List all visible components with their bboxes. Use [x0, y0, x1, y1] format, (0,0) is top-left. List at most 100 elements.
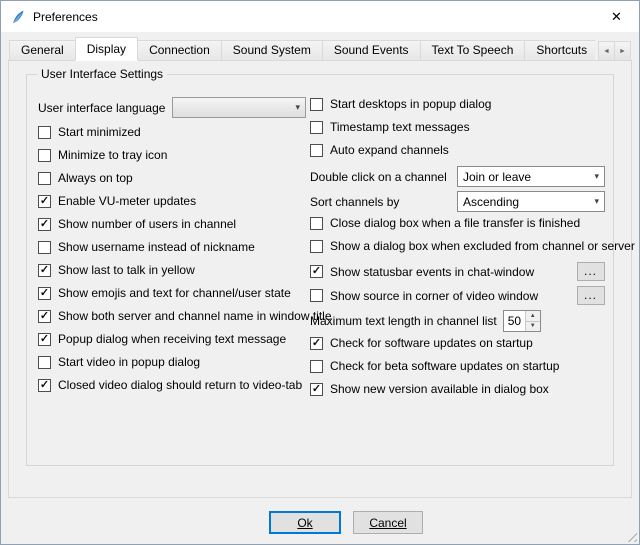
checkbox[interactable]: ✓ — [310, 217, 323, 230]
checkbox[interactable]: ✓ — [38, 333, 51, 346]
checkbox-label: Show both server and channel name in win… — [58, 309, 332, 323]
dropdown-value: Join or leave — [463, 170, 590, 184]
checkbox-row[interactable]: ✓ Show emojis and text for channel/user … — [38, 286, 306, 300]
checkbox-label: Close dialog box when a file transfer is… — [330, 216, 580, 230]
checkbox-label: Timestamp text messages — [330, 120, 470, 134]
sort-channels-dropdown[interactable]: Ascending ▾ — [457, 191, 605, 212]
checkbox[interactable]: ✓ — [310, 240, 323, 253]
double-click-dropdown[interactable]: Join or leave ▾ — [457, 166, 605, 187]
checkbox-row[interactable]: ✓ Auto expand channels — [310, 143, 605, 157]
window-title: Preferences — [33, 10, 98, 24]
max-text-length-label: Maximum text length in channel list — [310, 314, 497, 328]
checkbox-row[interactable]: ✓ Start minimized — [38, 125, 306, 139]
checkbox[interactable]: ✓ — [38, 126, 51, 139]
checkbox-label: Always on top — [58, 171, 133, 185]
double-click-label: Double click on a channel — [310, 170, 447, 184]
display-tab-page: User Interface Settings User interface l… — [8, 60, 632, 498]
checkbox-label: Start video in popup dialog — [58, 355, 200, 369]
right-checkbox-list-mid: ✓ Close dialog box when a file transfer … — [310, 216, 605, 253]
video-source-row: ✓ Show source in corner of video window … — [310, 286, 605, 305]
checkbox[interactable]: ✓ — [38, 218, 51, 231]
checkbox-row[interactable]: ✓ Closed video dialog should return to v… — [38, 378, 306, 392]
checkbox-row[interactable]: ✓ Check for beta software updates on sta… — [310, 359, 605, 373]
checkbox[interactable]: ✓ — [310, 337, 323, 350]
checkbox-row[interactable]: ✓ Close dialog box when a file transfer … — [310, 216, 605, 230]
checkbox-row[interactable]: ✓ Show both server and channel name in w… — [38, 309, 306, 323]
statusbar-events-checkbox[interactable]: ✓ — [310, 265, 323, 278]
check-icon: ✓ — [40, 288, 49, 299]
chevron-down-icon: ▾ — [295, 102, 300, 113]
language-label: User interface language — [38, 101, 172, 115]
checkbox[interactable]: ✓ — [38, 287, 51, 300]
right-checkbox-list-top: ✓ Start desktops in popup dialog ✓ Times… — [310, 97, 605, 157]
spin-up-icon[interactable]: ▲ — [526, 311, 540, 322]
statusbar-events-more-button[interactable]: ... — [577, 262, 605, 281]
checkbox-row[interactable]: ✓ Enable VU-meter updates — [38, 194, 306, 208]
checkbox[interactable]: ✓ — [38, 172, 51, 185]
tab-shortcuts[interactable]: Shortcuts — [524, 40, 595, 61]
tab-sound-events[interactable]: Sound Events — [322, 40, 421, 61]
checkbox-label: Show source in corner of video window — [330, 289, 538, 303]
titlebar[interactable]: Preferences ✕ — [1, 1, 639, 32]
checkbox-row[interactable]: ✓ Check for software updates on startup — [310, 336, 605, 350]
spinner-buttons: ▲ ▼ — [525, 311, 540, 331]
checkbox-row[interactable]: ✓ Show new version available in dialog b… — [310, 382, 605, 396]
checkbox[interactable]: ✓ — [38, 379, 51, 392]
check-icon: ✓ — [40, 380, 49, 391]
checkbox[interactable]: ✓ — [310, 383, 323, 396]
checkbox[interactable]: ✓ — [38, 356, 51, 369]
video-source-checkbox[interactable]: ✓ — [310, 289, 323, 302]
double-click-setting-row: Double click on a channel Join or leave … — [310, 166, 605, 187]
checkbox[interactable]: ✓ — [38, 149, 51, 162]
checkbox-label: Enable VU-meter updates — [58, 194, 196, 208]
checkbox-row[interactable]: ✓ Show last to talk in yellow — [38, 263, 306, 277]
resize-grip[interactable] — [624, 529, 637, 542]
checkbox[interactable]: ✓ — [38, 195, 51, 208]
tab-display[interactable]: Display — [75, 37, 138, 61]
checkbox-row[interactable]: ✓ Popup dialog when receiving text messa… — [38, 332, 306, 346]
language-setting-row: User interface language ▾ — [38, 97, 306, 118]
check-icon: ✓ — [312, 384, 321, 395]
tab-sound-system[interactable]: Sound System — [221, 40, 323, 61]
spin-down-icon[interactable]: ▼ — [526, 322, 540, 332]
max-text-length-spinner[interactable]: 50 ▲ ▼ — [503, 310, 541, 332]
tab-scroll-right-icon[interactable]: ► — [614, 41, 631, 61]
cancel-button[interactable]: Cancel — [353, 511, 423, 534]
checkbox[interactable]: ✓ — [310, 360, 323, 373]
preferences-dialog: Preferences ✕ General Display Connection… — [0, 0, 640, 545]
checkbox-row[interactable]: ✓ Start desktops in popup dialog — [310, 97, 605, 111]
check-icon: ✓ — [312, 338, 321, 349]
video-source-more-button[interactable]: ... — [577, 286, 605, 305]
tab-connection[interactable]: Connection — [137, 40, 222, 61]
checkbox-label: Minimize to tray icon — [58, 148, 167, 162]
checkbox-row[interactable]: ✓ Show username instead of nickname — [38, 240, 306, 254]
checkbox-row[interactable]: ✓ Always on top — [38, 171, 306, 185]
language-dropdown[interactable]: ▾ — [172, 97, 306, 118]
checkbox[interactable]: ✓ — [38, 241, 51, 254]
checkbox-row[interactable]: ✓ Show a dialog box when excluded from c… — [310, 239, 605, 253]
tab-scroll-left-icon[interactable]: ◄ — [598, 41, 615, 61]
checkbox-row[interactable]: ✓ Start video in popup dialog — [38, 355, 306, 369]
checkbox-label: Show a dialog box when excluded from cha… — [330, 239, 635, 253]
check-icon: ✓ — [312, 266, 321, 277]
dropdown-value: Ascending — [463, 195, 590, 209]
check-icon: ✓ — [40, 196, 49, 207]
checkbox[interactable]: ✓ — [38, 264, 51, 277]
checkbox-row[interactable]: ✓ Timestamp text messages — [310, 120, 605, 134]
statusbar-events-row: ✓ Show statusbar events in chat-window .… — [310, 262, 605, 281]
chevron-down-icon: ▾ — [594, 171, 599, 182]
tab-general[interactable]: General — [9, 40, 76, 61]
sort-channels-label: Sort channels by — [310, 195, 399, 209]
tab-text-to-speech[interactable]: Text To Speech — [420, 40, 526, 61]
close-button[interactable]: ✕ — [594, 1, 639, 32]
checkbox[interactable]: ✓ — [310, 121, 323, 134]
checkbox[interactable]: ✓ — [310, 144, 323, 157]
checkbox-label: Show last to talk in yellow — [58, 263, 195, 277]
checkbox-label: Show username instead of nickname — [58, 240, 255, 254]
checkbox-label: Show emojis and text for channel/user st… — [58, 286, 291, 300]
checkbox[interactable]: ✓ — [310, 98, 323, 111]
checkbox-row[interactable]: ✓ Show number of users in channel — [38, 217, 306, 231]
checkbox-row[interactable]: ✓ Minimize to tray icon — [38, 148, 306, 162]
checkbox[interactable]: ✓ — [38, 310, 51, 323]
ok-button[interactable]: Ok — [269, 511, 341, 534]
